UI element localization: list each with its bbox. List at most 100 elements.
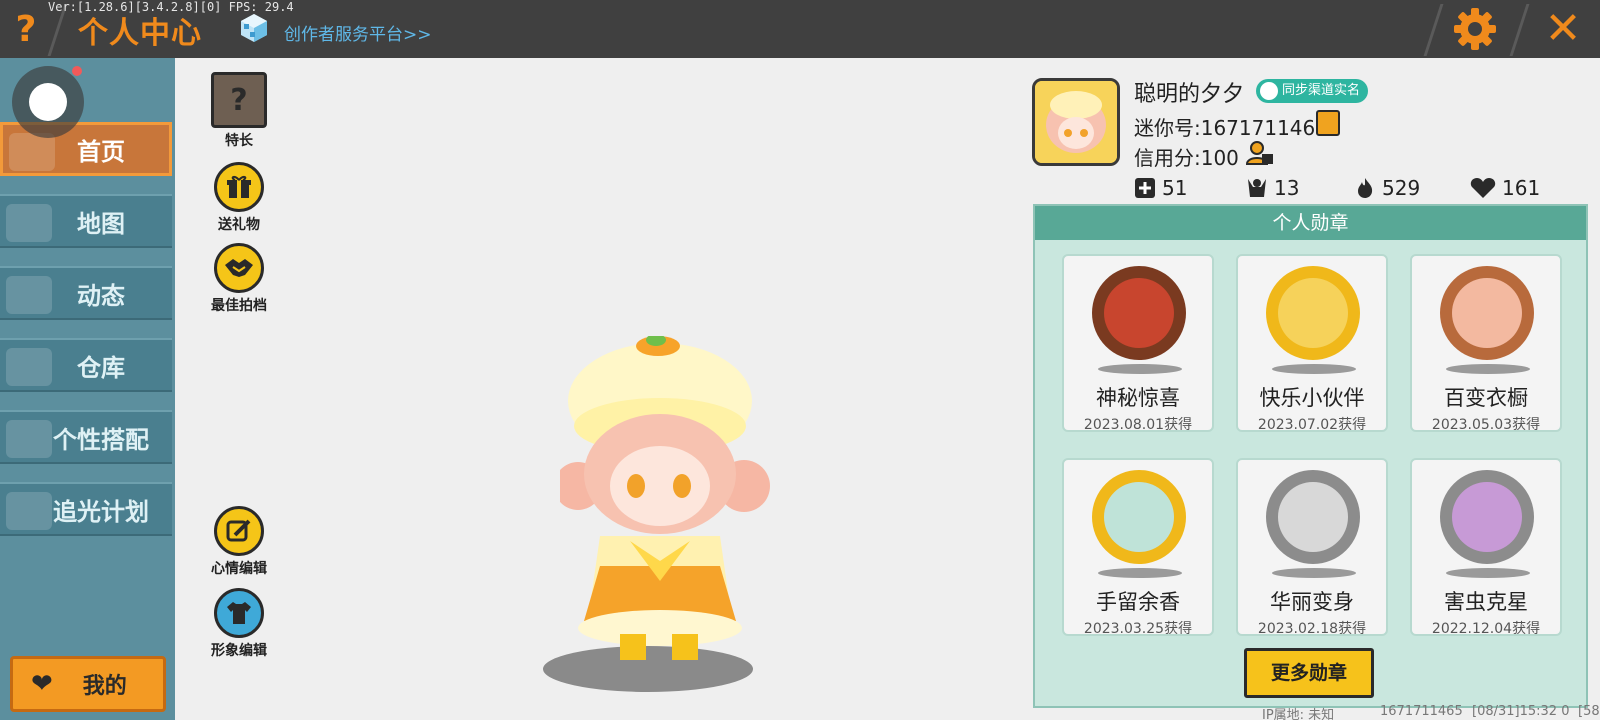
medal-face xyxy=(1278,278,1348,348)
medal-name: 百变衣橱 xyxy=(1444,386,1528,410)
medal-face xyxy=(1452,278,1522,348)
outfit-icon xyxy=(6,420,52,458)
medal-card[interactable]: 害虫克星 2022.12.04获得 xyxy=(1410,458,1562,636)
copy-icon[interactable] xyxy=(1316,110,1340,136)
close-icon[interactable]: ✕ xyxy=(1540,6,1586,52)
sidebar-item-map[interactable]: 地图 xyxy=(0,194,172,248)
medal-date: 2023.03.25获得 xyxy=(1083,621,1193,636)
stat-heat: 529 xyxy=(1354,176,1420,200)
best-partner-label: 最佳拍档 xyxy=(211,298,267,314)
page-title: 个人中心 xyxy=(78,16,202,51)
sidebar-item-label: 首页 xyxy=(77,137,125,166)
medal-stand xyxy=(1098,364,1182,374)
mine-label: 我的 xyxy=(82,674,127,699)
avatar-edit-button[interactable]: 形象编辑 xyxy=(204,588,274,660)
mine-button[interactable]: ❤ 我的 xyxy=(10,656,166,712)
cube-icon[interactable] xyxy=(238,12,270,44)
gift-icon xyxy=(214,162,264,212)
assist-dot xyxy=(29,83,67,121)
player-character[interactable] xyxy=(560,336,782,666)
heart-icon: ❤ xyxy=(31,669,53,699)
home-icon xyxy=(9,133,55,171)
medal-stand xyxy=(1272,568,1356,578)
status-tail: [58 xyxy=(1578,704,1600,719)
medal-stand xyxy=(1272,364,1356,374)
handshake-icon xyxy=(214,243,264,293)
gear-icon[interactable] xyxy=(1452,6,1498,52)
fans-icon xyxy=(1248,179,1266,197)
medal-card[interactable]: 快乐小伙伴 2023.07.02获得 xyxy=(1236,254,1388,432)
medal-face xyxy=(1104,278,1174,348)
send-gift-button[interactable]: 送礼物 xyxy=(204,162,274,234)
timestamp-text: [08/31]15:32 0 xyxy=(1472,704,1570,719)
uid-text: 1671711465 xyxy=(1380,704,1463,719)
medal-date: 2022.12.04获得 xyxy=(1431,621,1541,636)
medal-stand xyxy=(1098,568,1182,578)
sidebar-item-label: 仓库 xyxy=(77,353,125,382)
sidebar-item-outfit[interactable]: 个性搭配 xyxy=(0,410,172,464)
sidebar-item-warehouse[interactable]: 仓库 xyxy=(0,338,172,392)
medal-icon xyxy=(1440,266,1534,360)
heart-icon xyxy=(1470,178,1496,198)
heat-count: 529 xyxy=(1382,176,1421,200)
medal-card[interactable]: 神秘惊喜 2023.08.01获得 xyxy=(1062,254,1214,432)
ip-location: IP属地: 未知 xyxy=(1262,708,1335,720)
medal-card[interactable]: 手留余香 2023.03.25获得 xyxy=(1062,458,1214,636)
question-icon: ? xyxy=(211,72,267,128)
stat-followers: 13 xyxy=(1246,176,1299,200)
divider xyxy=(1423,4,1444,56)
fire-icon xyxy=(1358,178,1373,198)
sync-realname-badge[interactable]: 同步渠道实名 xyxy=(1256,79,1369,103)
medal-face xyxy=(1452,482,1522,552)
sync-badge-label: 同步渠道实名 xyxy=(1282,83,1361,98)
medal-card[interactable]: 华丽变身 2023.02.18获得 xyxy=(1236,458,1388,636)
mini-id: 迷你号:1671711465 xyxy=(1134,116,1328,140)
credit-info-icon[interactable] xyxy=(1246,140,1274,166)
divider xyxy=(1509,4,1530,56)
sidebar-item-label: 地图 xyxy=(77,209,125,238)
posts-count: 51 xyxy=(1162,176,1188,200)
user-icon xyxy=(1260,82,1278,100)
help-button[interactable]: ? xyxy=(0,0,52,58)
medal-icon xyxy=(1092,470,1186,564)
stat-posts: 51 xyxy=(1134,176,1187,200)
medal-icon xyxy=(1266,266,1360,360)
mood-edit-button[interactable]: 心情编辑 xyxy=(204,506,274,578)
medal-name: 害虫克星 xyxy=(1444,590,1528,614)
medal-name: 手留余香 xyxy=(1096,590,1180,614)
medal-name: 华丽变身 xyxy=(1270,590,1354,614)
edit-icon xyxy=(214,506,264,556)
more-medals-button[interactable]: 更多勋章 xyxy=(1244,648,1374,698)
medal-icon xyxy=(1266,470,1360,564)
floating-assist-button[interactable] xyxy=(12,66,84,138)
sidebar-item-light-plan[interactable]: 追光计划 xyxy=(0,482,172,536)
best-partner-button[interactable]: 最佳拍档 xyxy=(204,243,274,315)
warehouse-icon xyxy=(6,348,52,386)
medal-stand xyxy=(1446,364,1530,374)
medal-card[interactable]: 百变衣橱 2023.05.03获得 xyxy=(1410,254,1562,432)
medal-face xyxy=(1278,482,1348,552)
likes-count: 161 xyxy=(1502,176,1541,200)
medal-name: 神秘惊喜 xyxy=(1096,386,1180,410)
medal-date: 2023.02.18获得 xyxy=(1257,621,1367,636)
avatar[interactable] xyxy=(1032,78,1120,166)
mood-edit-label: 心情编辑 xyxy=(211,561,267,577)
bell-icon xyxy=(6,276,52,314)
top-bar: ? Ver:[1.28.6][3.4.2.8][0] FPS: 29.4 个人中… xyxy=(0,0,1600,58)
medal-date: 2023.08.01获得 xyxy=(1083,417,1193,432)
medal-face xyxy=(1104,482,1174,552)
specialty-button[interactable]: ? 特长 xyxy=(204,72,274,150)
map-icon xyxy=(6,204,52,242)
light-plan-icon xyxy=(6,492,52,530)
credit-score: 信用分:100 xyxy=(1134,146,1239,170)
creator-platform-link[interactable]: 创作者服务平台>> xyxy=(284,20,432,45)
stat-likes: 161 xyxy=(1470,176,1540,200)
medal-icon xyxy=(1092,266,1186,360)
specialty-label: 特长 xyxy=(225,133,253,149)
followers-count: 13 xyxy=(1274,176,1300,200)
medal-date: 2023.05.03获得 xyxy=(1431,417,1541,432)
send-gift-label: 送礼物 xyxy=(218,217,260,233)
avatar-edit-label: 形象编辑 xyxy=(211,643,267,659)
notification-dot xyxy=(72,66,82,76)
sidebar-item-feed[interactable]: 动态 xyxy=(0,266,172,320)
